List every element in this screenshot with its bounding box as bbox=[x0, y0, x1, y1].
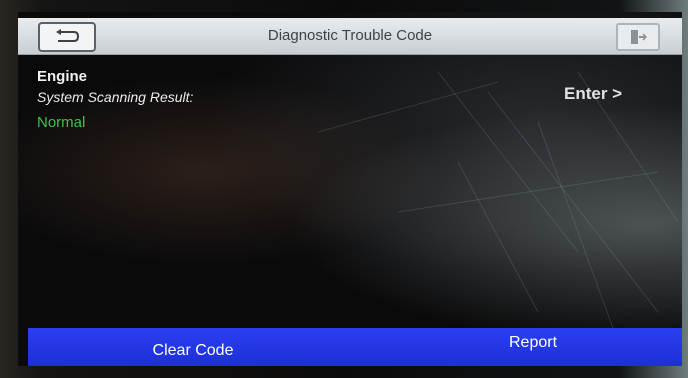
exit-icon bbox=[631, 30, 648, 44]
bottom-action-bar: Clear Code Report bbox=[28, 328, 682, 366]
system-name: Engine bbox=[37, 68, 88, 85]
exit-button[interactable] bbox=[616, 23, 660, 51]
device-frame: Diagnostic Trouble Code Engine System Sc… bbox=[0, 0, 688, 378]
back-arrow-icon bbox=[56, 29, 80, 42]
title-bar: Diagnostic Trouble Code bbox=[18, 18, 682, 55]
enter-button[interactable]: Enter > bbox=[564, 84, 622, 104]
screen-glare bbox=[317, 71, 679, 343]
report-button[interactable]: Report bbox=[468, 324, 598, 362]
back-button[interactable] bbox=[38, 22, 96, 52]
clear-code-button[interactable]: Clear Code bbox=[118, 332, 268, 366]
scan-result-label: System Scanning Result: bbox=[37, 89, 194, 105]
status-text: Normal bbox=[37, 114, 86, 131]
page-title: Diagnostic Trouble Code bbox=[267, 27, 433, 44]
screen: Diagnostic Trouble Code Engine System Sc… bbox=[18, 12, 682, 366]
